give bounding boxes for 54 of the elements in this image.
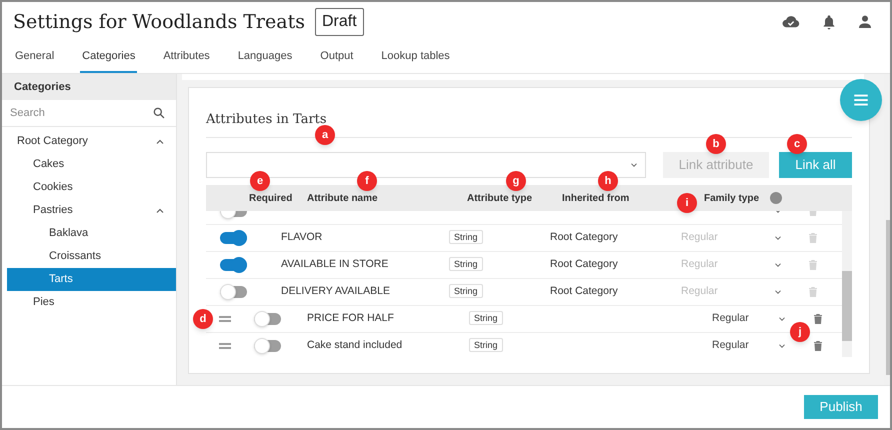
tree-item[interactable]: Cookies [7, 176, 176, 199]
trash-icon [812, 339, 824, 353]
tree-item[interactable]: Cakes [7, 153, 176, 176]
inherited-from: Root Category [550, 231, 618, 244]
tab[interactable]: Attributes [161, 39, 212, 73]
drag-handle-icon[interactable] [219, 343, 231, 349]
trash-icon [807, 231, 819, 245]
column-header: Attribute type [467, 192, 532, 204]
search-field[interactable]: Search [10, 104, 152, 122]
inherited-from: Root Category [550, 285, 618, 298]
toggle-switch[interactable] [220, 232, 247, 244]
tree-item[interactable]: Croissants [7, 245, 176, 268]
tree-item[interactable]: Root Category [7, 130, 176, 153]
sidebar-heading: Categories [2, 74, 176, 100]
tab[interactable]: Output [318, 39, 356, 73]
toggle-switch[interactable] [220, 286, 247, 298]
tab[interactable]: Languages [236, 39, 294, 73]
family-type-select[interactable]: Regular [712, 311, 777, 327]
inherited-from: Root Category [550, 258, 618, 270]
trash-icon [807, 285, 819, 299]
status-badge: Draft [314, 8, 364, 36]
tree-item[interactable]: Tarts [7, 268, 176, 291]
trash-icon [812, 312, 824, 326]
type-tag: String [449, 230, 483, 244]
toggle-switch[interactable] [254, 313, 281, 325]
tree-item[interactable]: Pies [7, 291, 176, 314]
column-header: Inherited from [562, 192, 630, 204]
attribute-name: FLAVOR [281, 230, 324, 246]
tree-item[interactable]: Pastries [7, 199, 176, 222]
attribute-name: DELIVERY AVAILABLE [281, 284, 391, 300]
bell-icon [821, 13, 837, 31]
toggle-switch[interactable] [220, 259, 247, 271]
type-tag: String [449, 257, 483, 272]
attribute-name: AVAILABLE IN STORE [281, 257, 390, 272]
toggle-switch[interactable] [254, 340, 281, 352]
column-header: Family type [704, 192, 760, 204]
tree-item[interactable]: Baklava [7, 222, 176, 245]
type-tag: String [469, 338, 503, 352]
column-header: Required [249, 192, 292, 204]
family-type-select[interactable]: Regular [712, 338, 777, 354]
tab[interactable]: Lookup tables [379, 39, 452, 73]
scrollbar[interactable] [842, 211, 852, 357]
page-title: Settings for Woodlands Treats [13, 10, 305, 35]
attribute-dropdown[interactable] [206, 152, 646, 178]
type-tag: String [469, 311, 503, 326]
attribute-name: Cake stand included [307, 338, 404, 354]
trash-icon [807, 258, 819, 272]
tab[interactable]: General [13, 39, 56, 73]
column-header: Attribute name [307, 192, 378, 204]
search-icon [152, 106, 166, 120]
drag-handle-icon[interactable] [219, 316, 231, 322]
type-tag: String [449, 284, 483, 298]
user-icon [857, 13, 873, 31]
attribute-name: PRICE FOR HALF [307, 311, 395, 326]
